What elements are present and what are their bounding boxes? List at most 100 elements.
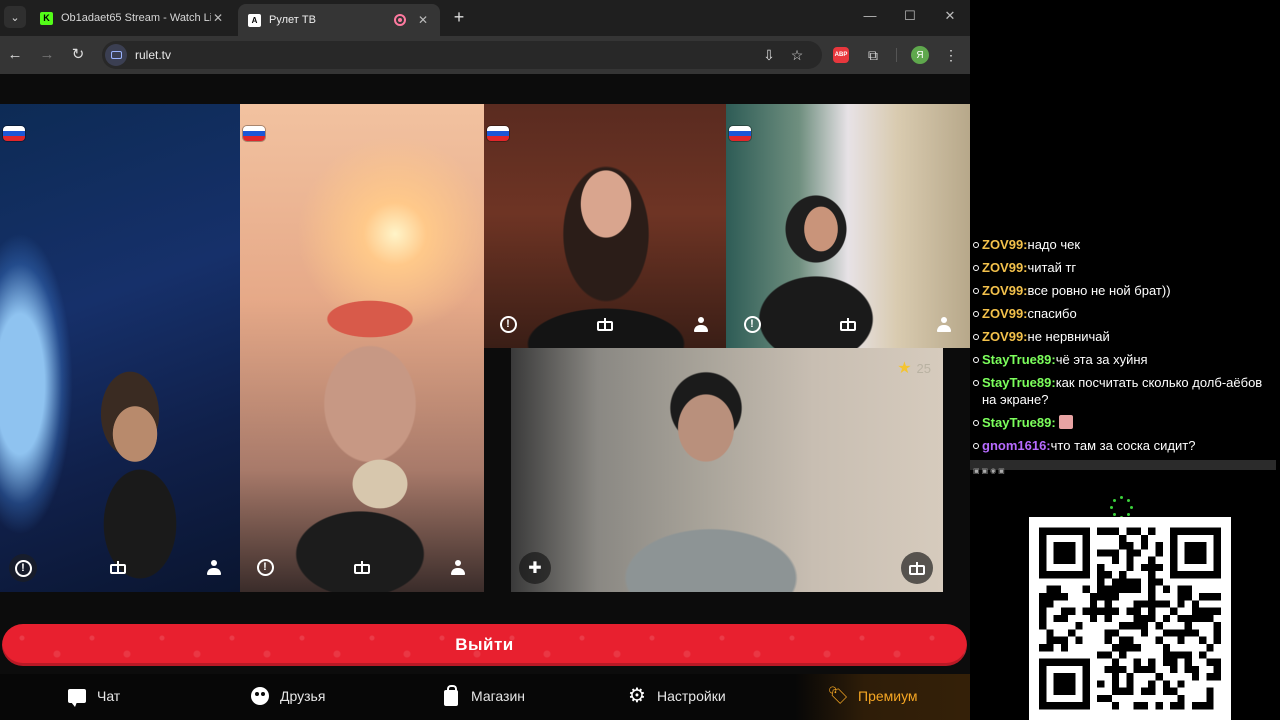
exit-button[interactable]: Выйти xyxy=(2,624,967,666)
rulet-page: ! ! ! ! ★ 25 ✚ Выйти Чат Друзья Магазин … xyxy=(0,74,970,720)
report-button[interactable]: ! xyxy=(496,312,520,336)
chat-nick: ZOV99: xyxy=(982,260,1028,275)
chat-nick: gnom1616: xyxy=(982,438,1051,453)
chat-input-bar: ▣ ▣ ◉ ▣ xyxy=(970,460,1276,475)
flag-ru-icon xyxy=(3,126,25,141)
tab-title: Рулет ТВ xyxy=(269,14,316,26)
chat-icon xyxy=(68,689,86,707)
extensions-puzzle-icon[interactable]: ⧉ xyxy=(863,45,883,65)
chat-nick: ZOV99: xyxy=(982,306,1028,321)
stream-overlay: ZOV99:надо чек ZOV99:читай тг ZOV99:все … xyxy=(970,0,1280,720)
chat-message: StayTrue89:чё эта за хуйня xyxy=(972,351,1272,368)
report-button[interactable]: ! xyxy=(253,555,277,579)
video-tile-2[interactable]: ! xyxy=(240,104,484,592)
video-tile-4[interactable]: ! xyxy=(726,104,970,348)
install-app-icon[interactable]: ⇩ xyxy=(759,45,779,65)
nav-friends[interactable]: Друзья xyxy=(250,684,325,708)
chat-message: StayTrue89: xyxy=(972,414,1272,431)
person-icon xyxy=(937,316,951,332)
gift-button[interactable] xyxy=(593,312,617,336)
profile-button[interactable] xyxy=(932,312,956,336)
chat-message: ZOV99:надо чек xyxy=(972,236,1272,253)
toolbar-separator xyxy=(896,48,897,62)
chat-text: надо чек xyxy=(1027,237,1081,252)
report-button[interactable]: ! xyxy=(9,554,37,582)
profile-button[interactable] xyxy=(202,555,226,579)
gift-button[interactable] xyxy=(836,312,860,336)
chat-message: StayTrue89:как посчитать сколько долб-аё… xyxy=(972,374,1272,408)
stream-chat: ZOV99:надо чек ZOV99:читай тг ZOV99:все … xyxy=(972,236,1272,460)
profile-avatar[interactable]: Я xyxy=(911,46,929,64)
gift-icon xyxy=(597,317,613,331)
gift-icon xyxy=(354,560,370,574)
close-icon[interactable]: ✕ xyxy=(211,11,225,25)
close-icon[interactable]: ✕ xyxy=(416,13,430,27)
chat-text: читай тг xyxy=(1027,260,1077,275)
nav-label: Настройки xyxy=(657,688,726,704)
new-tab-button[interactable]: + xyxy=(449,7,469,28)
video-feed xyxy=(240,104,484,592)
gift-icon xyxy=(840,317,856,331)
screen: ⌄ K Ob1adaet65 Stream - Watch Li ✕ A Рул… xyxy=(0,0,1280,720)
nav-premium[interactable]: 🏷 Премиум xyxy=(827,684,918,708)
person-icon xyxy=(451,559,465,575)
nav-settings[interactable]: ⚙ Настройки xyxy=(627,684,726,708)
chat-emote-icon xyxy=(1059,415,1074,429)
url-text: rulet.tv xyxy=(135,48,172,62)
close-window-button[interactable]: ✕ xyxy=(940,8,960,24)
shop-icon xyxy=(444,684,458,706)
bookmark-star-icon[interactable]: ☆ xyxy=(787,45,807,65)
minimize-button[interactable]: — xyxy=(860,8,880,23)
chat-text: не нервничай xyxy=(1027,329,1110,344)
gift-button[interactable] xyxy=(901,552,933,584)
chat-message: ZOV99:спасибо xyxy=(972,305,1272,322)
gamepad-button[interactable]: ✚ xyxy=(519,552,551,584)
gift-button[interactable] xyxy=(350,555,374,579)
tab-strip: ⌄ K Ob1adaet65 Stream - Watch Li ✕ A Рул… xyxy=(0,0,970,36)
forward-button[interactable]: → xyxy=(37,45,57,65)
chat-nick: ZOV99: xyxy=(982,237,1028,252)
profile-button[interactable] xyxy=(446,555,470,579)
chat-bar-icons: ▣ ▣ ◉ ▣ xyxy=(973,468,1005,475)
video-tile-1[interactable]: ! xyxy=(0,104,240,592)
adblock-extension-icon[interactable]: ABP xyxy=(833,47,849,63)
reload-button[interactable]: ↻ xyxy=(68,45,88,65)
menu-kebab-icon[interactable]: ⋮ xyxy=(941,45,961,65)
video-tile-self[interactable]: ★ 25 ✚ xyxy=(511,348,943,592)
browser-window: ⌄ K Ob1adaet65 Stream - Watch Li ✕ A Рул… xyxy=(0,0,970,720)
video-tile-3[interactable]: ! xyxy=(484,104,726,348)
chat-nick: StayTrue89: xyxy=(982,352,1056,367)
gift-icon xyxy=(110,560,126,574)
chat-text: спасибо xyxy=(1027,306,1077,321)
person-icon xyxy=(207,559,221,575)
address-bar[interactable]: rulet.tv xyxy=(102,41,822,69)
chat-text: все ровно не ной брат)) xyxy=(1027,283,1171,298)
flag-ru-icon xyxy=(729,126,751,141)
gift-icon xyxy=(909,561,925,575)
maximize-button[interactable]: ☐ xyxy=(900,8,920,24)
tab-search-button[interactable]: ⌄ xyxy=(4,6,26,28)
chat-message: ZOV99:читай тг xyxy=(972,259,1272,276)
chat-text: что там за соска сидит? xyxy=(1050,438,1196,453)
profile-button[interactable] xyxy=(689,312,713,336)
stars-count: 25 xyxy=(916,360,931,376)
video-feed xyxy=(511,348,943,592)
tab-kick-stream[interactable]: K Ob1adaet65 Stream - Watch Li ✕ xyxy=(30,4,235,32)
rulet-icon: A xyxy=(248,13,261,27)
nav-label: Премиум xyxy=(858,688,918,704)
bottom-nav: Чат Друзья Магазин ⚙ Настройки 🏷 Премиум xyxy=(0,674,970,720)
report-button[interactable]: ! xyxy=(740,312,764,336)
chat-message: ZOV99:не нервничай xyxy=(972,328,1272,345)
nav-shop[interactable]: Магазин xyxy=(441,684,525,708)
back-button[interactable]: ← xyxy=(5,45,25,65)
gift-button[interactable] xyxy=(106,555,130,579)
kick-icon: K xyxy=(40,11,53,25)
chat-nick: StayTrue89: xyxy=(982,375,1056,390)
person-icon xyxy=(694,316,708,332)
chat-message: ZOV99:все ровно не ной брат)) xyxy=(972,282,1272,299)
site-info-icon[interactable] xyxy=(105,44,127,66)
nav-chat[interactable]: Чат xyxy=(67,684,120,708)
chat-nick: ZOV99: xyxy=(982,329,1028,344)
tab-rulet-tv[interactable]: A Рулет ТВ ✕ xyxy=(238,4,440,36)
nav-label: Чат xyxy=(97,688,121,704)
